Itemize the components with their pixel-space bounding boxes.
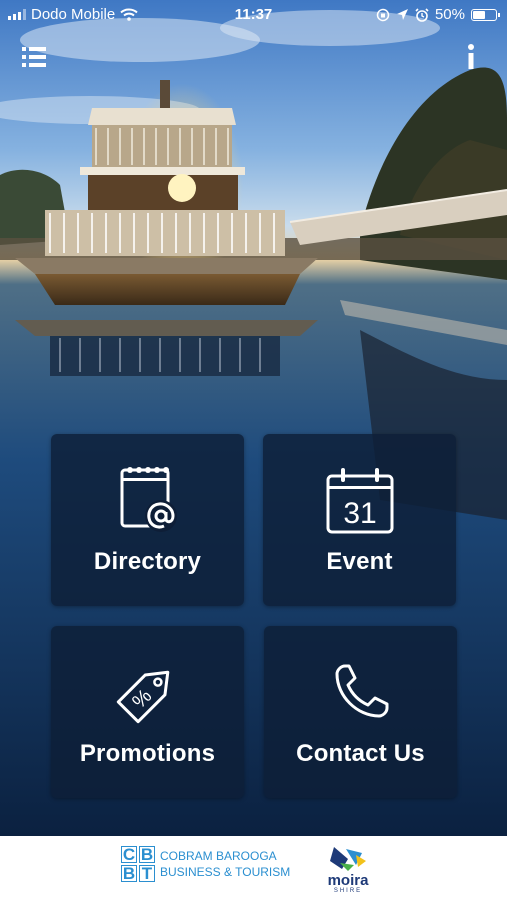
contact-notebook-icon bbox=[120, 467, 177, 532]
promotions-label: Promotions bbox=[79, 740, 216, 767]
cbbt-letter: C bbox=[121, 845, 137, 864]
promotions-tile[interactable]: % Promotions bbox=[51, 626, 244, 798]
alarm-clock-icon bbox=[415, 7, 429, 22]
moira-sub: SHIRE bbox=[333, 888, 363, 894]
moira-name: moira bbox=[327, 872, 369, 889]
battery-percentage: 50% bbox=[434, 6, 465, 23]
contact-us-label: Contact Us bbox=[296, 740, 425, 767]
footer-logo-bar: C B B T COBRAM BAROOGA BUSINESS & TOURIS… bbox=[0, 836, 507, 900]
cbbt-letter: B bbox=[121, 864, 137, 883]
info-icon bbox=[468, 44, 474, 69]
event-label: Event bbox=[326, 548, 393, 575]
info-button[interactable] bbox=[463, 43, 479, 71]
calendar-icon: 31 bbox=[326, 468, 393, 534]
battery-icon bbox=[471, 8, 500, 21]
cbbt-letter: B bbox=[139, 845, 155, 864]
cbbt-line1: COBRAM BAROOGA bbox=[160, 849, 277, 863]
moira-emblem-icon bbox=[330, 847, 366, 871]
price-tag-icon: % bbox=[116, 670, 169, 724]
calendar-date-text: 31 bbox=[343, 497, 376, 530]
cobram-barooga-logo[interactable]: C B B T COBRAM BAROOGA BUSINESS & TOURIS… bbox=[121, 846, 290, 882]
location-arrow-icon bbox=[396, 9, 408, 20]
directory-tile[interactable]: Directory bbox=[51, 434, 244, 606]
status-bar: Dodo Mobile 11:37 50% bbox=[0, 0, 507, 30]
moira-shire-logo[interactable]: moira SHIRE bbox=[320, 843, 376, 895]
cbbt-text: COBRAM BAROOGA BUSINESS & TOURISM bbox=[160, 848, 290, 880]
screen-rotation-lock-icon bbox=[376, 8, 390, 21]
cbbt-letter: T bbox=[139, 865, 155, 882]
hamburger-list-icon bbox=[22, 47, 46, 67]
event-tile[interactable]: 31 Event bbox=[263, 434, 456, 606]
cbbt-line2: BUSINESS & TOURISM bbox=[160, 865, 291, 879]
directory-label: Directory bbox=[93, 548, 202, 575]
phone-icon bbox=[335, 664, 388, 718]
status-right-group: 50% bbox=[376, 6, 500, 23]
cbbt-letter-grid: C B B T bbox=[121, 846, 155, 882]
contact-us-tile[interactable]: Contact Us bbox=[264, 626, 457, 798]
menu-button[interactable] bbox=[20, 43, 50, 73]
